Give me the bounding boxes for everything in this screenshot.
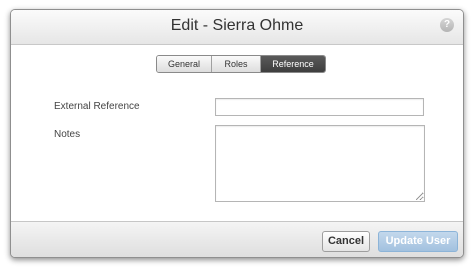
tab-bar: General Roles Reference bbox=[156, 55, 326, 73]
help-icon[interactable]: ? bbox=[440, 18, 454, 32]
dialog-titlebar: Edit - Sierra Ohme ? bbox=[11, 10, 463, 45]
dialog-title: Edit - Sierra Ohme bbox=[170, 17, 304, 34]
tab-roles[interactable]: Roles bbox=[212, 56, 261, 72]
cancel-button[interactable]: Cancel bbox=[322, 231, 370, 252]
edit-user-dialog: Edit - Sierra Ohme ? General Roles Refer… bbox=[10, 9, 464, 258]
update-user-button[interactable]: Update User bbox=[378, 231, 458, 252]
external-reference-label: External Reference bbox=[54, 101, 140, 112]
external-reference-input[interactable] bbox=[215, 98, 424, 116]
notes-textarea[interactable] bbox=[215, 125, 425, 202]
resize-grip-icon[interactable] bbox=[416, 193, 423, 200]
tab-general[interactable]: General bbox=[157, 56, 212, 72]
tab-reference[interactable]: Reference bbox=[261, 56, 325, 72]
dialog-footer: Cancel Update User bbox=[11, 221, 463, 257]
notes-label: Notes bbox=[54, 129, 81, 140]
